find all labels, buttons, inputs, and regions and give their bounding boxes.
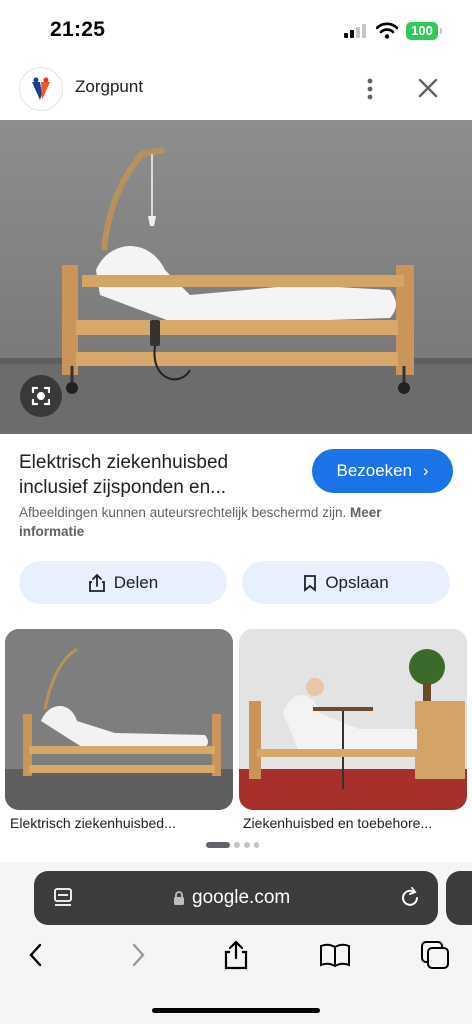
home-indicator [152, 1008, 320, 1013]
wifi-icon [376, 22, 398, 39]
lens-icon [31, 386, 51, 406]
visit-label: Bezoeken [336, 461, 413, 480]
related-image-1[interactable] [5, 629, 233, 810]
related-caption-1[interactable]: Elektrisch ziekenhuisbed... [10, 815, 176, 831]
related-image-2[interactable] [239, 629, 467, 810]
main-product-image[interactable] [0, 120, 472, 434]
reload-icon[interactable] [398, 886, 422, 910]
share-label: Delen [113, 572, 159, 592]
cellular-signal-icon [344, 24, 370, 38]
next-tab-preview[interactable] [446, 871, 472, 925]
share-icon [88, 573, 105, 592]
zorgpunt-logo [19, 67, 63, 111]
copyright-notice: Afbeeldingen kunnen auteursrechtelijk be… [19, 503, 449, 541]
forward-icon[interactable] [120, 938, 154, 972]
visit-button[interactable]: Bezoeken › [312, 449, 453, 493]
more-vertical-icon[interactable] [358, 74, 382, 104]
page-menu-icon[interactable] [52, 886, 74, 910]
site-name: Zorgpunt [75, 77, 144, 96]
back-icon[interactable] [20, 938, 54, 972]
status-time: 21:25 [50, 18, 106, 41]
copyright-text: Afbeeldingen kunnen auteursrechtelijk be… [19, 505, 347, 520]
share-button[interactable]: Delen [19, 561, 227, 604]
chevron-right-icon: › [422, 461, 429, 480]
save-button[interactable]: Opslaan [242, 561, 450, 604]
lock-icon [174, 891, 184, 905]
save-label: Opslaan [325, 572, 389, 592]
related-caption-2[interactable]: Ziekenhuisbed en toebehore... [243, 815, 432, 831]
close-icon[interactable] [414, 74, 442, 102]
google-lens-button[interactable] [20, 375, 62, 417]
tabs-icon[interactable] [418, 938, 452, 972]
share-page-icon[interactable] [219, 938, 253, 972]
bookmark-icon [304, 574, 317, 592]
bookmarks-icon[interactable] [318, 938, 352, 972]
url-text[interactable]: google.com [192, 887, 290, 909]
battery-indicator: 100 [406, 22, 442, 40]
result-title[interactable]: Elektrisch ziekenhuisbed inclusief zijsp… [19, 450, 289, 500]
